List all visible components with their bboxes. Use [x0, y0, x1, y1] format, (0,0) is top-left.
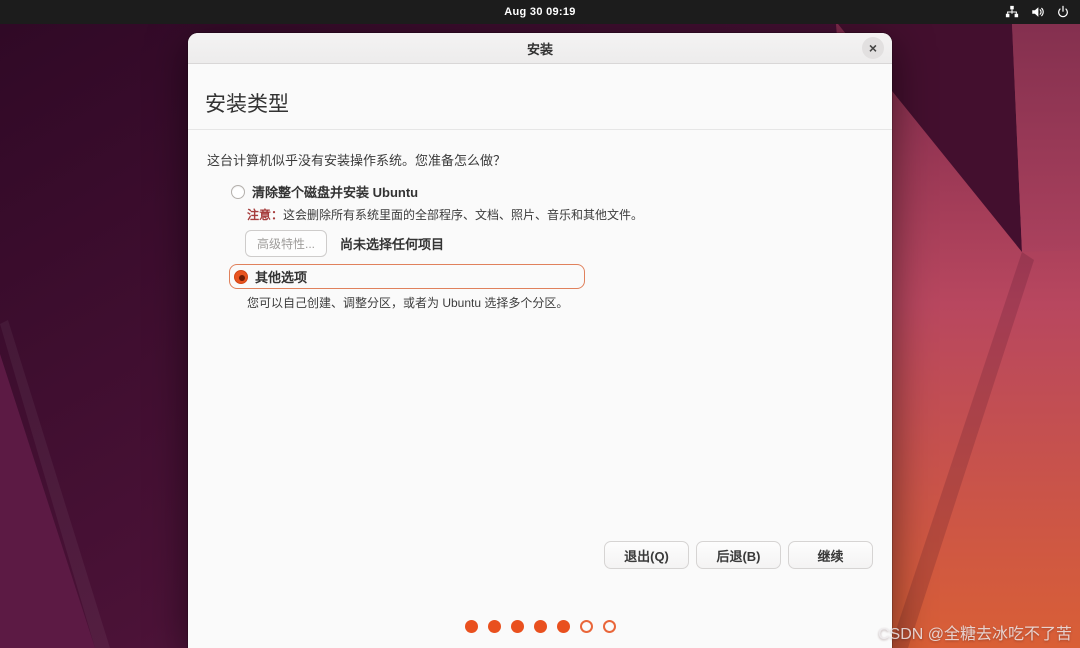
erase-disk-radio-row[interactable]: 清除整个磁盘并安装 Ubuntu — [231, 182, 892, 201]
progress-dot — [511, 620, 524, 633]
continue-button[interactable]: 继续 — [788, 541, 873, 569]
something-else-label: 其他选项 — [255, 267, 307, 286]
radio-checked-icon[interactable] — [234, 270, 248, 284]
something-else-radio-row[interactable]: 其他选项 — [234, 267, 307, 286]
system-tray[interactable] — [1005, 0, 1070, 24]
advanced-features-row: 高级特性... 尚未选择任何项目 — [245, 230, 892, 257]
volume-icon — [1030, 5, 1045, 19]
page-header: 安装类型 — [188, 64, 892, 130]
install-progress-dots — [188, 620, 892, 633]
installer-content: 这台计算机似乎没有安装操作系统。您准备怎么做？ 清除整个磁盘并安装 Ubuntu… — [188, 130, 892, 647]
back-button[interactable]: 后退(B) — [696, 541, 781, 569]
note-prefix: 注意： — [247, 208, 283, 222]
option-erase-disk: 清除整个磁盘并安装 Ubuntu 注意：这会删除所有系统里面的全部程序、文档、照… — [231, 182, 892, 257]
option-something-else[interactable]: 其他选项 — [229, 264, 585, 289]
progress-dot — [580, 620, 593, 633]
footer-buttons: 退出(Q) 后退(B) 继续 — [604, 541, 873, 569]
something-else-description: 您可以自己创建、调整分区，或者为 Ubuntu 选择多个分区。 — [247, 294, 892, 311]
top-bar: Aug 30 09:19 — [0, 0, 1080, 24]
window-title: 安装 — [527, 39, 553, 58]
progress-dot — [557, 620, 570, 633]
progress-dot — [603, 620, 616, 633]
page-title: 安装类型 — [188, 64, 892, 118]
question-text: 这台计算机似乎没有安装操作系统。您准备怎么做？ — [188, 130, 892, 169]
advanced-features-button[interactable]: 高级特性... — [245, 230, 327, 257]
close-icon[interactable]: × — [862, 37, 884, 59]
window-titlebar[interactable]: 安装 × — [188, 33, 892, 64]
erase-disk-note: 注意：这会删除所有系统里面的全部程序、文档、照片、音乐和其他文件。 — [247, 206, 892, 223]
progress-dot — [488, 620, 501, 633]
wired-network-icon — [1005, 5, 1019, 19]
progress-dot — [534, 620, 547, 633]
power-icon — [1056, 5, 1070, 19]
clock[interactable]: Aug 30 09:19 — [504, 6, 575, 18]
quit-button[interactable]: 退出(Q) — [604, 541, 689, 569]
erase-disk-label: 清除整个磁盘并安装 Ubuntu — [252, 182, 418, 201]
note-text: 这会删除所有系统里面的全部程序、文档、照片、音乐和其他文件。 — [283, 208, 643, 222]
installer-window: 安装 × 安装类型 这台计算机似乎没有安装操作系统。您准备怎么做？ 清除整个磁盘… — [188, 33, 892, 648]
radio-unchecked-icon[interactable] — [231, 185, 245, 199]
progress-dot — [465, 620, 478, 633]
advanced-features-status: 尚未选择任何项目 — [340, 234, 444, 253]
watermark-text: CSDN @全糖去冰吃不了苦 — [878, 620, 1072, 644]
